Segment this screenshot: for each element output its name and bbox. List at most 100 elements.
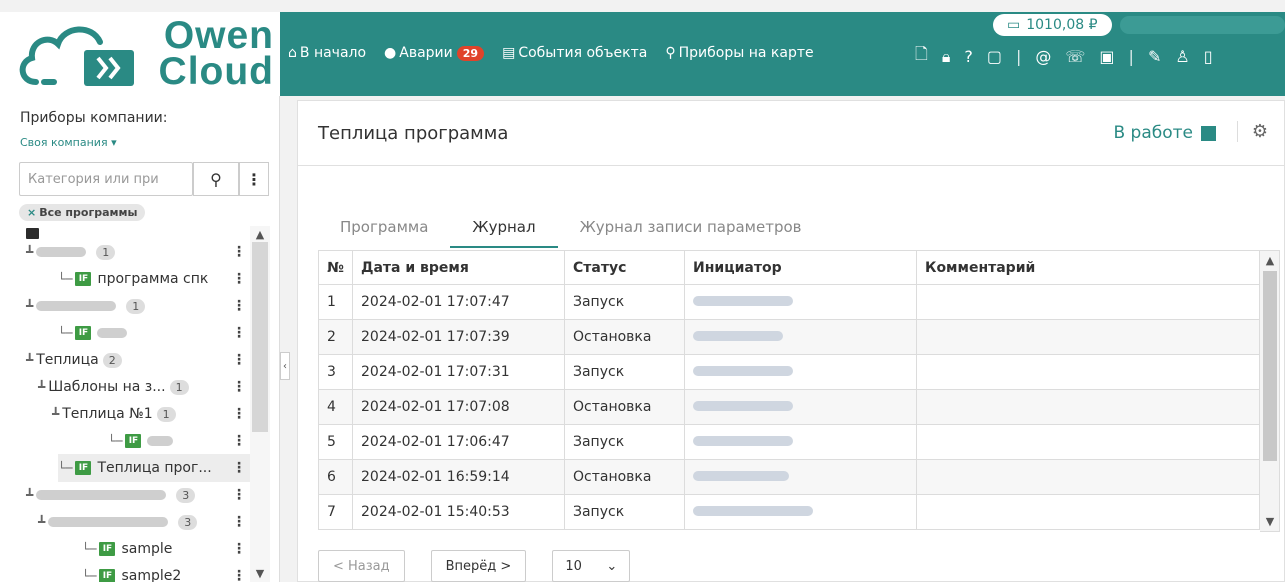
balance-badge[interactable]: ▭ 1010,08 ₽ xyxy=(993,14,1112,36)
user-account[interactable] xyxy=(1120,16,1285,34)
initiator-redacted xyxy=(684,284,917,320)
tab-parameter-log[interactable]: Журнал записи параметров xyxy=(558,214,824,248)
filter-chip-all-programs[interactable]: × Все программы xyxy=(19,204,146,221)
tree-item[interactable]: └─ IF xyxy=(108,427,179,455)
column-header-datetime[interactable]: Дата и время xyxy=(352,250,565,285)
chat-icon[interactable]: ▢ xyxy=(987,47,1002,66)
tree-item-menu[interactable]: ⋮ xyxy=(232,568,246,582)
alert-icon: ● xyxy=(384,45,397,61)
table-row[interactable]: 3 2024-02-01 17:07:31 Запуск xyxy=(318,354,1260,390)
tree-item-menu[interactable]: ⋮ xyxy=(232,379,246,395)
nav-object-events[interactable]: ▤ События объекта xyxy=(502,45,647,61)
initiator-redacted xyxy=(684,319,917,355)
wrench-icon[interactable]: ✎ xyxy=(1148,47,1161,66)
program-icon: IF xyxy=(75,326,92,340)
events-icon: ▤ xyxy=(502,45,516,61)
tab-program[interactable]: Программа xyxy=(318,214,450,248)
column-header-status[interactable]: Статус xyxy=(564,250,685,285)
scrollbar-thumb[interactable] xyxy=(252,242,268,432)
tree-item[interactable]: ┻ Теплица 2 xyxy=(26,346,122,374)
sidebar-menu-button[interactable]: ⋮ xyxy=(239,162,269,196)
phone-icon[interactable]: ☏ xyxy=(1065,47,1085,66)
app-root: Owen Cloud ▭ 1010,08 ₽ ⌂ В начало ● Авар… xyxy=(0,0,1285,582)
tree-item-menu[interactable]: ⋮ xyxy=(232,244,246,260)
status-square-icon xyxy=(1201,125,1216,141)
map-pin-icon: ⚲ xyxy=(665,45,676,61)
table-row[interactable]: 2 2024-02-01 17:07:39 Остановка xyxy=(318,319,1260,355)
tree-item[interactable]: ┻ 3 xyxy=(38,508,198,536)
tree-item-menu[interactable]: ⋮ xyxy=(232,433,246,449)
table-row[interactable]: 4 2024-02-01 17:07:08 Остановка xyxy=(318,389,1260,425)
gear-icon[interactable]: ⚙ xyxy=(1236,121,1268,142)
help-icon[interactable]: ? xyxy=(964,47,973,66)
object-header: Теплица программа В работе ⚙ xyxy=(297,100,1285,166)
initiator-redacted xyxy=(684,424,917,460)
company-dropdown[interactable]: Своя компания ▾ xyxy=(20,136,117,149)
column-header-number[interactable]: № xyxy=(318,250,353,285)
logo[interactable]: Owen Cloud xyxy=(0,12,280,96)
scroll-down-icon[interactable]: ▼ xyxy=(1260,515,1280,528)
table-scrollbar[interactable]: ▲ ▼ xyxy=(1260,250,1280,532)
table-row[interactable]: 1 2024-02-01 17:07:47 Запуск xyxy=(318,284,1260,320)
lock-icon[interactable]: 🔒︎ xyxy=(942,47,951,67)
tabs: Программа Журнал Журнал записи параметро… xyxy=(318,214,824,248)
prev-page-button[interactable]: < Назад xyxy=(318,550,405,582)
column-header-initiator[interactable]: Инициатор xyxy=(684,250,917,285)
sidebar-title: Приборы компании: xyxy=(20,110,168,126)
column-header-comment[interactable]: Комментарий xyxy=(916,250,1260,285)
search-button[interactable]: ⚲ xyxy=(193,162,239,196)
next-page-button[interactable]: Вперёд > xyxy=(430,550,527,582)
program-icon: IF xyxy=(99,542,116,556)
tree-item-menu[interactable]: ⋮ xyxy=(232,406,246,422)
tree-item[interactable]: └─ IF xyxy=(58,319,133,347)
tab-journal[interactable]: Журнал xyxy=(450,214,558,248)
sidebar-scrollbar[interactable]: ▲ ▼ xyxy=(250,226,270,582)
pagination: < Назад Вперёд > 10 ⌄ xyxy=(318,550,631,582)
scroll-up-icon[interactable]: ▲ xyxy=(1260,254,1280,267)
program-icon: IF xyxy=(99,569,116,582)
initiator-redacted xyxy=(684,354,917,390)
tree-item-menu[interactable]: ⋮ xyxy=(232,352,246,368)
tree-item-menu[interactable]: ⋮ xyxy=(232,271,246,287)
tree-item[interactable]: ┻ 3 xyxy=(26,481,196,509)
collapse-sidebar-button[interactable]: ‹ xyxy=(280,352,290,380)
alarms-count-badge: 29 xyxy=(456,45,485,61)
program-icon: IF xyxy=(75,272,92,286)
program-icon: IF xyxy=(75,461,92,475)
scroll-up-icon[interactable]: ▲ xyxy=(250,228,270,241)
scrollbar-thumb[interactable] xyxy=(1263,271,1277,461)
table-row[interactable]: 7 2024-02-01 15:40:53 Запуск xyxy=(318,494,1260,530)
nav-home[interactable]: ⌂ В начало xyxy=(288,45,366,61)
tree-item[interactable]: ┻ Теплица №1 1 xyxy=(52,400,176,428)
page-size-select[interactable]: 10 ⌄ xyxy=(552,550,631,582)
chevron-left-icon: ‹ xyxy=(283,360,287,372)
nav-devices-map[interactable]: ⚲ Приборы на карте xyxy=(665,45,813,61)
scroll-down-icon[interactable]: ▼ xyxy=(250,567,270,580)
top-navbar: ▭ 1010,08 ₽ ⌂ В начало ● Аварии 29 ▤ Соб… xyxy=(280,12,1285,96)
tree-item[interactable]: └─ IF sample xyxy=(82,535,172,563)
tree-item-menu[interactable]: ⋮ xyxy=(232,487,246,503)
table-row[interactable]: 5 2024-02-01 17:06:47 Запуск xyxy=(318,424,1260,460)
tree-item-selected[interactable]: └─ IF Теплица прог... xyxy=(58,454,250,482)
tree-item[interactable]: └─ IF sample2 xyxy=(82,562,181,582)
tree-item[interactable]: └─ IF программа спк xyxy=(58,265,208,293)
close-icon[interactable]: × xyxy=(27,206,36,219)
tree-item-menu[interactable]: ⋮ xyxy=(232,541,246,557)
sidebar: Приборы компании: Своя компания ▾ ⚲ ⋮ ×В… xyxy=(0,96,280,582)
exit-icon[interactable]: ▯ xyxy=(1204,47,1213,66)
tree-item-menu[interactable]: ⋮ xyxy=(232,298,246,314)
nav-alarms[interactable]: ● Аварии 29 xyxy=(384,45,485,61)
tree-item[interactable]: ┻ 1 xyxy=(26,238,116,266)
tree-item[interactable]: ┻ 1 xyxy=(26,292,146,320)
email-icon[interactable]: @ xyxy=(1035,47,1051,66)
tree-item-menu[interactable]: ⋮ xyxy=(232,514,246,530)
tree-item-menu[interactable]: ⋮ xyxy=(232,325,246,341)
table-row[interactable]: 6 2024-02-01 16:59:14 Остановка xyxy=(318,459,1260,495)
tree-item[interactable]: ┻ Шаблоны на з... 1 xyxy=(38,373,189,401)
briefcase-icon[interactable]: ▣ xyxy=(1099,47,1114,66)
category-search-input[interactable] xyxy=(19,162,193,196)
search-icon: ⚲ xyxy=(210,169,222,189)
user-icon[interactable]: ♙ xyxy=(1175,47,1189,66)
document-icon[interactable]: 🗋 xyxy=(915,43,928,70)
tree-item-menu[interactable]: ⋮ xyxy=(232,460,246,476)
